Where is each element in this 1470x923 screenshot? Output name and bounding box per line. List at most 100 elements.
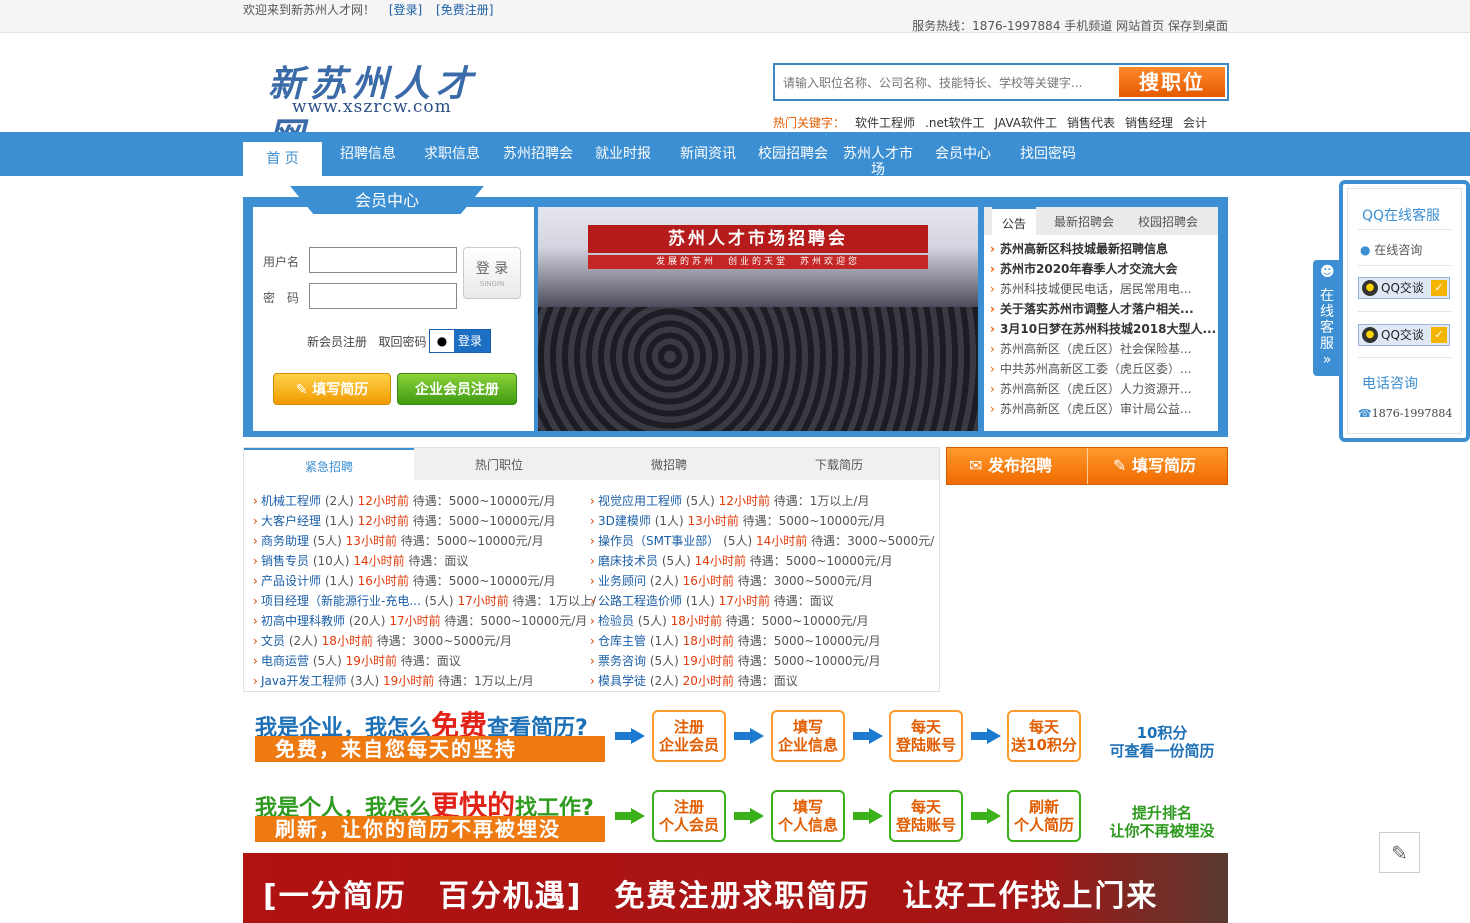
notice-item[interactable]: 关于落实苏州市调整人才落户相关... bbox=[990, 299, 1218, 319]
fill-resume-button[interactable]: ✎ 填写简历 bbox=[273, 373, 391, 405]
job-row: 电商运营 (5人) 19小时前 待遇：面议 bbox=[253, 652, 596, 672]
qq-chat-button-1[interactable]: ● QQ交谈 ✓ bbox=[1358, 277, 1450, 299]
job-title[interactable]: 仓库主管 bbox=[598, 634, 646, 648]
nav-news-times[interactable]: 就业时报 bbox=[583, 146, 663, 162]
job-time: 17小时前 bbox=[718, 594, 770, 608]
arrow-icon bbox=[971, 808, 1001, 824]
fill-resume-action-button[interactable]: ✎ 填写简历 bbox=[1113, 448, 1196, 484]
fill-resume-action-label: 填写简历 bbox=[1131, 456, 1196, 475]
job-time: 13小时前 bbox=[345, 534, 397, 548]
login-button[interactable]: 登 录 SINGIN bbox=[463, 247, 521, 299]
nav-retrieve[interactable]: 找回密码 bbox=[1008, 146, 1088, 162]
notice-item[interactable]: 中共苏州高新区工委（虎丘区委）... bbox=[990, 359, 1218, 379]
qq-chat-button-2[interactable]: ● QQ交谈 ✓ bbox=[1358, 324, 1450, 346]
nav-jobseek[interactable]: 求职信息 bbox=[412, 146, 492, 162]
job-title[interactable]: 销售专员 bbox=[261, 554, 309, 568]
personal-guide-strip[interactable]: 我是个人，我怎么更快的找工作? 刷新，让你的简历不再被埋没 注册 个人会员 填写个… bbox=[243, 780, 1228, 848]
job-title[interactable]: 3D建模师 bbox=[598, 514, 651, 528]
job-title[interactable]: 视觉应用工程师 bbox=[598, 494, 682, 508]
job-title[interactable]: 商务助理 bbox=[261, 534, 309, 548]
job-fair-banner[interactable]: 苏州人才市场招聘会 发展的苏州 创业的天堂 苏州欢迎您 bbox=[538, 207, 978, 431]
hot-keyword[interactable]: 销售代表 bbox=[1067, 116, 1115, 130]
job-time: 17小时前 bbox=[457, 594, 509, 608]
qq-tab-label: 在线客服 bbox=[1320, 288, 1334, 352]
register-link[interactable]: [免费注册] bbox=[436, 3, 493, 17]
job-title[interactable]: 大客户经理 bbox=[261, 514, 321, 528]
job-title[interactable]: 项目经理（新能源行业-充电... bbox=[261, 594, 421, 608]
tab-notice[interactable]: 公告 bbox=[992, 207, 1036, 235]
retrieve-password-link[interactable]: 取回密码 bbox=[378, 335, 426, 349]
company-guide-strip[interactable]: 我是企业，我怎么免费查看简历? 免费，来自您每天的坚持 注册 企业会员 填写 企业信… bbox=[243, 700, 1228, 768]
online-consult[interactable]: ● 在线咨询 bbox=[1360, 241, 1422, 258]
tab-urgent[interactable]: 紧急招聘 bbox=[244, 448, 414, 480]
job-title[interactable]: 票务咨询 bbox=[598, 654, 646, 668]
step-label: 每天 登陆账号 bbox=[895, 718, 956, 754]
company-register-button[interactable]: 企业会员注册 bbox=[397, 373, 517, 405]
job-title[interactable]: 检验员 bbox=[598, 614, 634, 628]
job-title[interactable]: 模具学徒 bbox=[598, 674, 646, 688]
job-time: 16小时前 bbox=[682, 574, 734, 588]
divider bbox=[1087, 448, 1088, 484]
job-title[interactable]: 业务顾问 bbox=[598, 574, 646, 588]
job-title[interactable]: Java开发工程师 bbox=[261, 674, 346, 688]
save-desktop-link[interactable]: 保存到桌面 bbox=[1168, 19, 1228, 33]
logo-en: www.xszrcw.com bbox=[292, 97, 452, 117]
home-link[interactable]: 网站首页 bbox=[1116, 19, 1164, 33]
job-title[interactable]: 电商运营 bbox=[261, 654, 309, 668]
hot-keyword[interactable]: 销售经理 bbox=[1125, 116, 1173, 130]
hot-keyword[interactable]: JAVA软件工 bbox=[995, 116, 1057, 130]
tab-micro[interactable]: 微招聘 bbox=[584, 448, 754, 480]
job-title[interactable]: 机械工程师 bbox=[261, 494, 321, 508]
job-title[interactable]: 操作员（SMT事业部） bbox=[598, 534, 719, 548]
qq-login-button[interactable]: ● 登录 bbox=[429, 329, 491, 353]
edit-pencil-button[interactable]: ✎ bbox=[1379, 832, 1420, 873]
job-count: (1人) bbox=[324, 574, 354, 588]
users-icon: ☻ bbox=[1320, 264, 1335, 280]
job-row: 初高中理科教师 (20人) 17小时前 待遇：5000~10000元/月 bbox=[253, 612, 596, 632]
nav-recruit[interactable]: 招聘信息 bbox=[328, 146, 408, 162]
job-title[interactable]: 磨床技术员 bbox=[598, 554, 658, 568]
notice-item[interactable]: 苏州市2020年春季人才交流大会 bbox=[990, 259, 1218, 279]
notice-item[interactable]: 苏州高新区（虎丘区）审计局公益... bbox=[990, 399, 1218, 419]
nav-home[interactable]: 首 页 bbox=[243, 142, 322, 176]
tab-campus-fairs[interactable]: 校园招聘会 bbox=[1128, 207, 1208, 235]
nav-campus[interactable]: 校园招聘会 bbox=[753, 146, 833, 162]
job-row: 公路工程造价师 (1人) 17小时前 待遇：面议 bbox=[590, 592, 934, 612]
job-title[interactable]: 产品设计师 bbox=[261, 574, 321, 588]
notice-item[interactable]: 苏州高新区（虎丘区）社会保险基... bbox=[990, 339, 1218, 359]
qq-service-tab[interactable]: ☻ 在线客服 » bbox=[1313, 260, 1341, 376]
login-link[interactable]: [登录] bbox=[389, 3, 422, 17]
job-title[interactable]: 公路工程造价师 bbox=[598, 594, 682, 608]
new-member-register-link[interactable]: 新会员注册 bbox=[307, 335, 367, 349]
hot-keyword[interactable]: 会计 bbox=[1183, 116, 1207, 130]
publish-job-button[interactable]: ✉ 发布招聘 bbox=[969, 448, 1052, 484]
password-field[interactable] bbox=[309, 283, 457, 309]
notice-item[interactable]: 苏州高新区（虎丘区）人力资源开... bbox=[990, 379, 1218, 399]
job-pay: 待遇：3000~5000元/月 bbox=[737, 574, 873, 588]
tab-download-resume[interactable]: 下载简历 bbox=[754, 448, 924, 480]
search-button[interactable]: 搜职位 bbox=[1119, 67, 1225, 97]
nav-market[interactable]: 苏州人才市场 bbox=[838, 146, 918, 178]
nav-news[interactable]: 新闻资讯 bbox=[668, 146, 748, 162]
notice-item[interactable]: 苏州高新区科技城最新招聘信息 bbox=[990, 239, 1218, 259]
tab-hot-jobs[interactable]: 热门职位 bbox=[414, 448, 584, 480]
nav-member[interactable]: 会员中心 bbox=[923, 146, 1003, 162]
job-title[interactable]: 初高中理科教师 bbox=[261, 614, 345, 628]
resume-promo-banner[interactable]: [一分简历 百分机遇] 免费注册求职简历 让好工作找上门来 bbox=[243, 853, 1228, 923]
qq-chat-label: QQ交谈 bbox=[1381, 281, 1424, 295]
hot-keyword[interactable]: .net软件工 bbox=[925, 116, 985, 130]
job-title[interactable]: 文员 bbox=[261, 634, 285, 648]
site-logo[interactable]: 新苏州人才网 www.xszrcw.com bbox=[252, 43, 512, 157]
nav-fairs[interactable]: 苏州招聘会 bbox=[498, 146, 578, 162]
search-input[interactable] bbox=[783, 73, 1113, 93]
mobile-link[interactable]: 手机频道 bbox=[1064, 19, 1112, 33]
job-time: 12小时前 bbox=[357, 494, 409, 508]
job-row: 项目经理（新能源行业-充电... (5人) 17小时前 待遇：1万以上/ bbox=[253, 592, 596, 612]
hot-keyword[interactable]: 软件工程师 bbox=[855, 116, 915, 130]
notice-item[interactable]: 苏州科技城便民电话，居民常用电... bbox=[990, 279, 1218, 299]
tab-latest-fairs[interactable]: 最新招聘会 bbox=[1044, 207, 1124, 235]
job-time: 20小时前 bbox=[682, 674, 734, 688]
hot-keywords-label: 热门关键字： bbox=[773, 116, 846, 130]
username-field[interactable] bbox=[309, 247, 457, 273]
notice-item[interactable]: 3月10日梦在苏州科技城2018大型人... bbox=[990, 319, 1218, 339]
